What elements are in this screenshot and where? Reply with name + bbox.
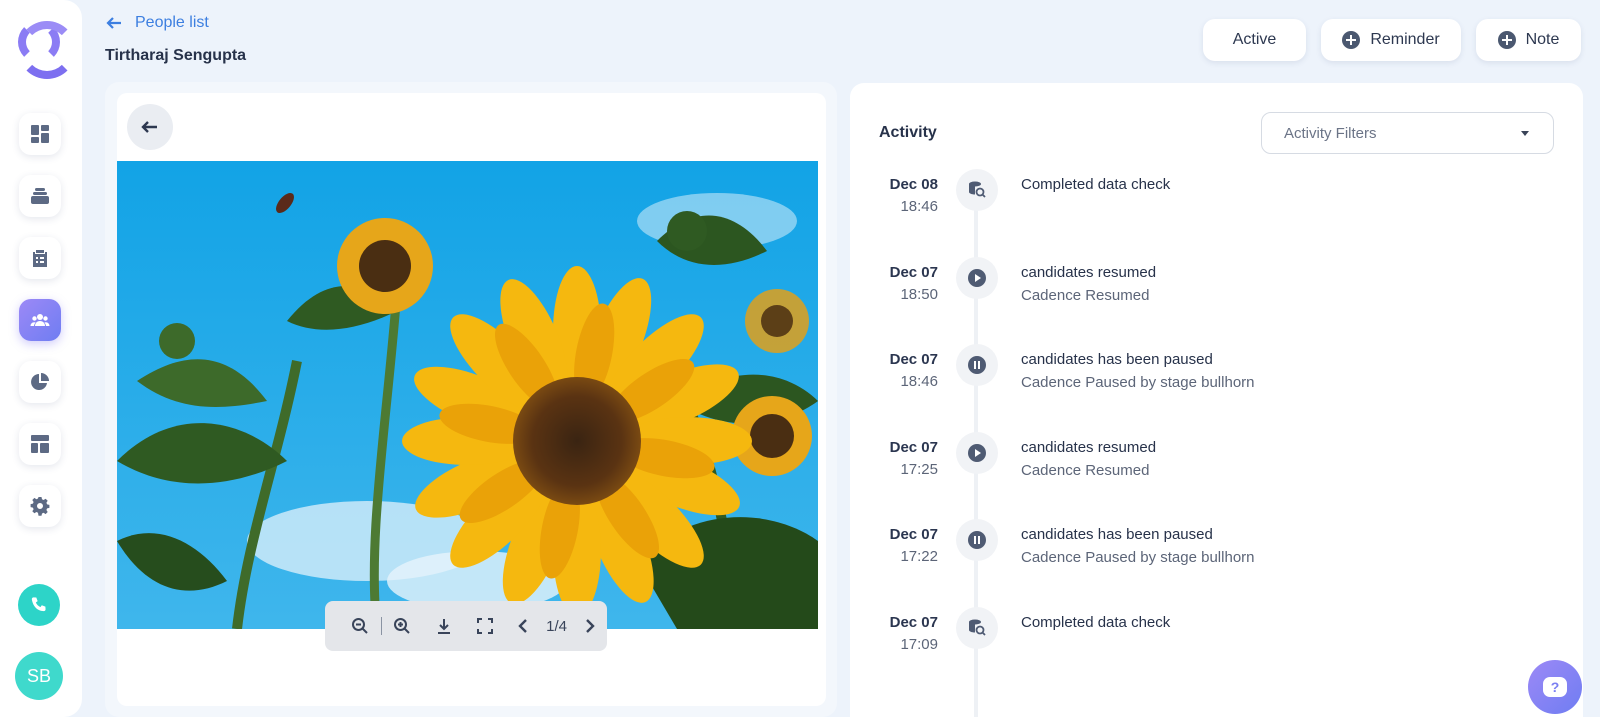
status-button-label: Active xyxy=(1232,31,1277,48)
arrow-left-icon xyxy=(141,121,157,133)
viewer-back-button[interactable] xyxy=(127,104,173,150)
entry-date: Dec 07 xyxy=(889,264,938,281)
timeline-node xyxy=(956,344,998,386)
entry-time: 18:46 xyxy=(900,198,938,215)
caret-down-icon xyxy=(1521,131,1529,136)
zoom-in-button[interactable] xyxy=(381,601,423,651)
entry-time: 17:09 xyxy=(900,636,938,653)
plus-circle-icon xyxy=(1497,31,1516,49)
page-indicator: 1/4 xyxy=(546,617,567,635)
zoom-out-button[interactable] xyxy=(339,601,381,651)
clipboard-icon xyxy=(33,250,47,267)
previous-page-button[interactable] xyxy=(506,601,540,651)
entry-date: Dec 08 xyxy=(889,176,938,193)
entry-title: candidates resumed xyxy=(1021,439,1157,456)
dashboard-icon xyxy=(31,125,49,143)
entry-time: 18:50 xyxy=(900,286,938,303)
phone-icon xyxy=(31,597,46,612)
attachment-image xyxy=(117,161,818,629)
activity-entry: Dec 07 18:50 candidates resumed Cadence … xyxy=(850,257,1583,344)
fullscreen-icon xyxy=(477,618,494,634)
activity-entry: Dec 07 17:25 candidates resumed Cadence … xyxy=(850,432,1583,519)
plus-circle-icon xyxy=(1342,31,1361,49)
entry-subtitle: Cadence Paused by stage bullhorn xyxy=(1021,374,1255,391)
fullscreen-button[interactable] xyxy=(465,601,507,651)
pause-icon xyxy=(968,531,986,549)
entry-time: 17:22 xyxy=(900,548,938,565)
sidebar: SB xyxy=(0,0,82,717)
entry-title: candidates has been paused xyxy=(1021,351,1213,368)
user-avatar[interactable]: SB xyxy=(15,652,63,700)
download-button[interactable] xyxy=(423,601,465,651)
pie-chart-icon xyxy=(31,373,49,390)
sunflower-image xyxy=(117,161,818,629)
zoom-out-icon xyxy=(351,618,368,634)
download-icon xyxy=(437,619,450,634)
entry-title: candidates has been paused xyxy=(1021,526,1213,543)
timeline-node xyxy=(956,432,998,474)
data-check-icon xyxy=(969,181,986,198)
sidebar-item-people[interactable] xyxy=(19,299,61,341)
activity-entry: Dec 08 18:46 Completed data check xyxy=(850,169,1583,256)
timeline-node xyxy=(956,519,998,561)
sidebar-item-templates[interactable] xyxy=(19,423,61,465)
document-viewer: 1/4 xyxy=(117,93,826,706)
activity-title: Activity xyxy=(879,124,937,141)
data-check-icon xyxy=(969,619,986,636)
entry-title: candidates resumed xyxy=(1021,264,1157,281)
app-logo[interactable] xyxy=(18,21,76,79)
people-icon xyxy=(30,314,50,326)
add-reminder-button[interactable]: Reminder xyxy=(1321,19,1461,61)
entry-subtitle: Cadence Resumed xyxy=(1021,287,1150,304)
help-chat-button[interactable]: ? xyxy=(1528,660,1582,714)
next-page-button[interactable] xyxy=(573,601,607,651)
sidebar-item-tasks[interactable] xyxy=(19,237,61,279)
call-button[interactable] xyxy=(18,584,60,626)
stack-icon xyxy=(31,188,49,204)
entry-date: Dec 07 xyxy=(889,526,938,543)
entry-date: Dec 07 xyxy=(889,351,938,368)
chevron-right-icon xyxy=(586,619,595,633)
arrow-left-icon xyxy=(106,17,121,29)
help-icon: ? xyxy=(1543,677,1567,697)
entry-title: Completed data check xyxy=(1021,176,1171,193)
play-icon xyxy=(968,444,986,462)
timeline-node xyxy=(956,607,998,649)
chevron-left-icon xyxy=(518,619,527,633)
note-button-label: Note xyxy=(1525,31,1560,48)
activity-entry: Dec 07 17:22 candidates has been paused … xyxy=(850,519,1583,606)
sidebar-item-reports[interactable] xyxy=(19,361,61,403)
zoom-in-icon xyxy=(394,618,410,634)
entry-date: Dec 07 xyxy=(889,439,938,456)
entry-subtitle: Cadence Paused by stage bullhorn xyxy=(1021,549,1255,566)
gear-icon xyxy=(30,497,50,516)
play-icon xyxy=(968,269,986,287)
entry-subtitle: Cadence Resumed xyxy=(1021,462,1150,479)
document-viewer-panel: 1/4 xyxy=(105,82,837,717)
pause-icon xyxy=(968,356,986,374)
activity-panel: Activity Activity Filters Dec 08 18:46 C… xyxy=(850,83,1583,717)
reminder-button-label: Reminder xyxy=(1370,31,1440,48)
entry-date: Dec 07 xyxy=(889,614,938,631)
activity-entry: Dec 07 17:09 Completed data check xyxy=(850,607,1583,694)
activity-filters-placeholder: Activity Filters xyxy=(1284,124,1377,142)
sidebar-item-settings[interactable] xyxy=(19,485,61,527)
sidebar-item-cadences[interactable] xyxy=(19,175,61,217)
entry-time: 18:46 xyxy=(900,373,938,390)
sidebar-item-dashboard[interactable] xyxy=(19,113,61,155)
back-to-people-list-link[interactable]: People list xyxy=(105,14,209,32)
entry-time: 17:25 xyxy=(900,461,938,478)
status-button[interactable]: Active xyxy=(1203,19,1306,61)
entry-title: Completed data check xyxy=(1021,614,1171,631)
activity-entry: Dec 07 18:46 candidates has been paused … xyxy=(850,344,1583,431)
page-title: Tirtharaj Sengupta xyxy=(105,47,247,64)
back-link-label: People list xyxy=(135,14,209,31)
add-note-button[interactable]: Note xyxy=(1476,19,1581,61)
activity-filters-dropdown[interactable]: Activity Filters xyxy=(1261,112,1554,154)
layout-icon xyxy=(31,435,49,453)
viewer-toolbar: 1/4 xyxy=(325,601,607,651)
timeline-node xyxy=(956,257,998,299)
timeline-node xyxy=(956,169,998,211)
